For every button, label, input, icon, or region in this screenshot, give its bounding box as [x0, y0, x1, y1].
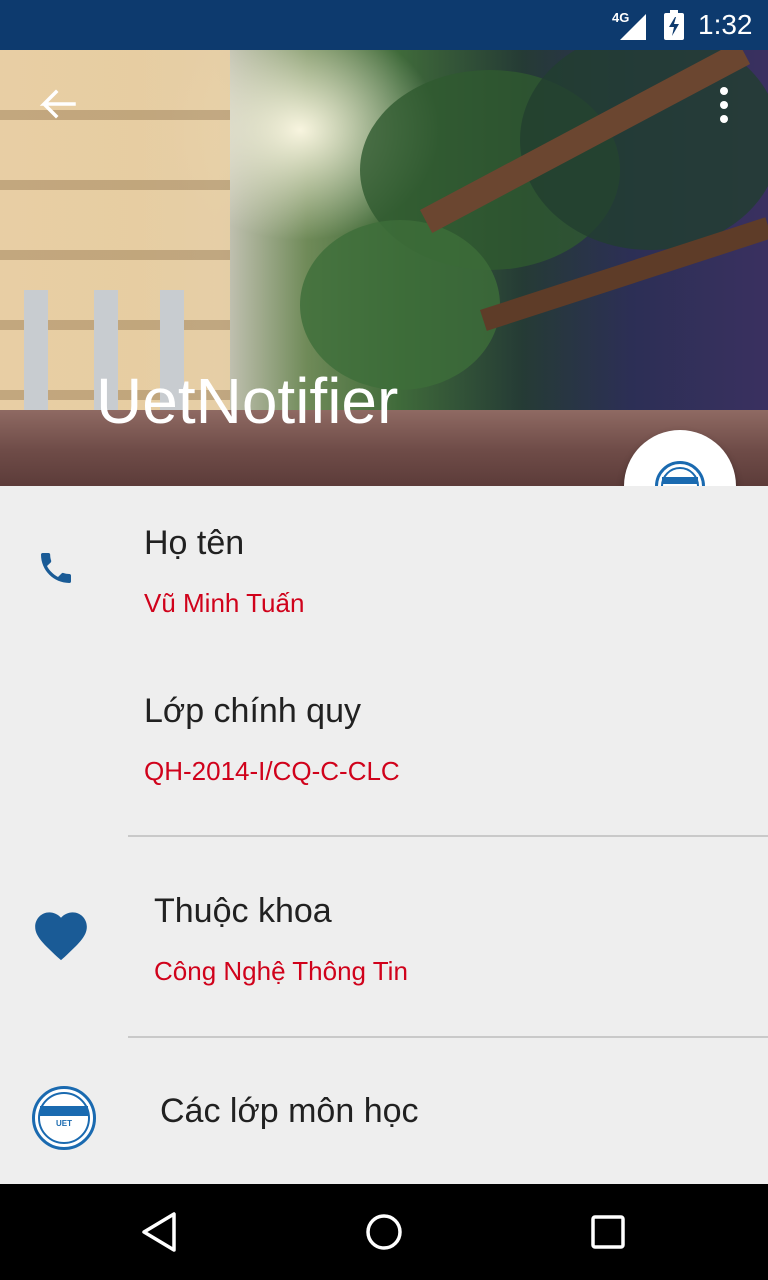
clock: 1:32 — [698, 9, 753, 40]
courses-item[interactable]: Các lớp môn học — [160, 1092, 419, 1131]
uet-logo-icon: UET — [32, 1086, 96, 1150]
heart-icon — [35, 912, 87, 961]
nav-home-icon[interactable] — [354, 1202, 414, 1262]
cell-signal-icon — [620, 14, 646, 40]
nav-back-icon[interactable] — [130, 1202, 190, 1262]
more-vert-icon[interactable] — [706, 86, 742, 126]
nav-recents-icon[interactable] — [578, 1202, 638, 1262]
profile-details: Họ tên Vũ Minh Tuấn Lớp chính quy QH-201… — [0, 486, 768, 1184]
faculty-value: Công Nghệ Thông Tin — [154, 956, 408, 986]
class-label: Lớp chính quy — [144, 692, 361, 730]
divider — [128, 1036, 768, 1038]
name-label: Họ tên — [144, 524, 245, 562]
class-value: QH-2014-I/CQ-C-CLC — [144, 756, 400, 786]
header-banner: UetNotifier — [0, 50, 768, 486]
faculty-label: Thuộc khoa — [154, 892, 332, 930]
app-title: UetNotifier — [96, 365, 399, 437]
divider — [128, 835, 768, 837]
battery-charging-icon — [664, 10, 684, 40]
back-arrow-icon[interactable] — [34, 84, 78, 128]
phone-icon — [41, 553, 71, 583]
navigation-bar — [0, 1184, 768, 1280]
status-bar: 4G 1:32 — [0, 0, 768, 50]
name-value: Vũ Minh Tuấn — [144, 588, 305, 618]
